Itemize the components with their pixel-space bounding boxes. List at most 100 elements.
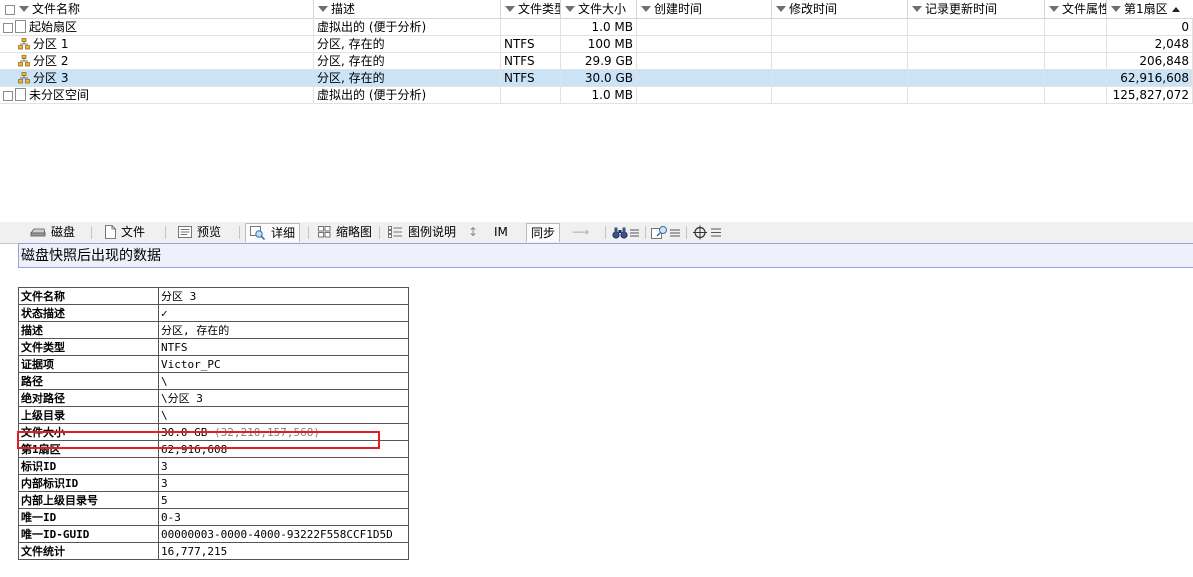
filter-icon[interactable] xyxy=(1049,5,1059,12)
row-attr xyxy=(1045,19,1107,36)
row-type: NTFS xyxy=(501,36,561,53)
column-header-record-updated[interactable]: 记录更新时间 xyxy=(908,0,1045,18)
property-key: 文件大小 xyxy=(18,423,159,441)
filter-icon[interactable] xyxy=(19,5,29,12)
row-record-updated xyxy=(908,53,1045,70)
property-value: 30.0 GB (32,210,157,568) xyxy=(158,423,409,441)
column-header-desc[interactable]: 描述 xyxy=(314,0,501,18)
row-size: 1.0 MB xyxy=(561,87,637,104)
property-key: 第1扇区 xyxy=(18,440,159,458)
tab-separator xyxy=(165,226,166,239)
tab-legend[interactable]: 图例说明 xyxy=(384,223,460,242)
property-value: \ xyxy=(158,406,409,424)
column-header-modified[interactable]: 修改时间 xyxy=(772,0,908,18)
property-key: 状态描述 xyxy=(18,304,159,322)
tab-separator xyxy=(379,226,380,239)
tab-details[interactable]: 详细 xyxy=(245,223,301,242)
property-row: 标识ID 3 xyxy=(18,457,409,475)
tab-separator xyxy=(308,226,309,239)
property-value: 00000003-0000-4000-93222F558CCF1D5D xyxy=(158,525,409,543)
tab-separator xyxy=(645,226,646,239)
filter-icon[interactable] xyxy=(505,5,515,12)
row-name: 起始扇区 xyxy=(29,20,78,34)
filter-icon[interactable] xyxy=(318,5,328,12)
property-row: 描述 分区, 存在的 xyxy=(18,321,409,339)
filter-icon[interactable] xyxy=(1111,5,1121,12)
tab-preview[interactable]: 预览 xyxy=(174,223,225,242)
property-row: 内部上级目录号 5 xyxy=(18,491,409,509)
view-tab-bar: 磁盘 文件 预览 详细 缩略图 图例说明 ↕ IM 同步 ⟶ xyxy=(0,222,1193,244)
property-key: 唯一ID-GUID xyxy=(18,525,159,543)
property-row: 唯一ID-GUID 00000003-0000-4000-93222F558CCF… xyxy=(18,525,409,543)
property-key: 路径 xyxy=(18,372,159,390)
property-row: 绝对路径 \分区 3 xyxy=(18,389,409,407)
row-modified xyxy=(772,87,908,104)
select-all-checkbox[interactable] xyxy=(5,4,15,15)
file-list: 文件名称 描述 文件类型 文件大小 创建时间 修改时间 记录更新时间 文件属性 … xyxy=(0,0,1193,223)
table-row-selected[interactable]: 分区 3 分区, 存在的 NTFS 30.0 GB 62,916,608 xyxy=(0,70,1193,87)
row-size: 100 MB xyxy=(561,36,637,53)
column-header-created[interactable]: 创建时间 xyxy=(637,0,772,18)
table-row[interactable]: 起始扇区 虚拟出的 (便于分析) 1.0 MB 0 xyxy=(0,19,1193,36)
row-desc: 分区, 存在的 xyxy=(314,36,501,53)
search-properties-button[interactable] xyxy=(647,223,685,242)
property-key: 描述 xyxy=(18,321,159,339)
tab-thumbnails[interactable]: 缩略图 xyxy=(314,223,376,242)
details-banner: 磁盘快照后出现的数据 xyxy=(18,243,1193,268)
column-header-first-sector[interactable]: 第1扇区 xyxy=(1107,0,1193,18)
target-position-button[interactable] xyxy=(688,223,726,242)
tab-sync[interactable]: 同步 xyxy=(526,223,561,242)
property-key: 文件类型 xyxy=(18,338,159,356)
table-row[interactable]: 分区 2 分区, 存在的 NTFS 29.9 GB 206,848 xyxy=(0,53,1193,70)
row-size: 29.9 GB xyxy=(561,53,637,70)
property-key: 文件统计 xyxy=(18,542,159,560)
row-created xyxy=(637,53,772,70)
property-key: 内部标识ID xyxy=(18,474,159,492)
row-desc: 虚拟出的 (便于分析) xyxy=(314,19,501,36)
property-row: 文件类型 NTFS xyxy=(18,338,409,356)
row-attr xyxy=(1045,70,1107,87)
column-header-type[interactable]: 文件类型 xyxy=(501,0,561,18)
row-first-sector: 62,916,608 xyxy=(1107,70,1193,87)
property-row: 文件名称 分区 3 xyxy=(18,287,409,305)
property-row: 状态描述 ✓ xyxy=(18,304,409,322)
property-value: \ xyxy=(158,372,409,390)
row-size: 1.0 MB xyxy=(561,19,637,36)
property-value: NTFS xyxy=(158,338,409,356)
column-header-size[interactable]: 文件大小 xyxy=(561,0,637,18)
tab-disk[interactable]: 磁盘 xyxy=(26,223,79,242)
tab-separator xyxy=(239,226,240,239)
tab-im[interactable]: IM xyxy=(490,223,512,242)
binoculars-icon xyxy=(612,227,639,239)
row-modified xyxy=(772,70,908,87)
partition-icon xyxy=(18,37,30,49)
table-row[interactable]: 未分区空间 虚拟出的 (便于分析) 1.0 MB 125,827,072 xyxy=(0,87,1193,104)
property-value: 分区 3 xyxy=(158,287,409,305)
filter-icon[interactable] xyxy=(912,5,922,12)
column-header-attr[interactable]: 文件属性 xyxy=(1045,0,1107,18)
table-row[interactable]: 分区 1 分区, 存在的 NTFS 100 MB 2,048 xyxy=(0,36,1193,53)
row-created xyxy=(637,36,772,53)
tab-file[interactable]: 文件 xyxy=(101,223,149,242)
split-arrows-icon[interactable]: ↕ xyxy=(464,223,482,242)
row-record-updated xyxy=(908,70,1045,87)
row-first-sector: 206,848 xyxy=(1107,53,1193,70)
find-binoculars-button[interactable] xyxy=(608,223,644,242)
filter-icon[interactable] xyxy=(641,5,651,12)
row-checkbox[interactable] xyxy=(3,90,13,101)
property-row: 证据项 Victor_PC xyxy=(18,355,409,373)
tab-separator xyxy=(91,226,92,239)
property-key: 文件名称 xyxy=(18,287,159,305)
row-first-sector: 125,827,072 xyxy=(1107,87,1193,104)
row-checkbox[interactable] xyxy=(3,22,13,33)
preview-icon xyxy=(178,225,192,238)
filter-icon[interactable] xyxy=(776,5,786,12)
filter-icon[interactable] xyxy=(565,5,575,12)
row-first-sector: 2,048 xyxy=(1107,36,1193,53)
thumbnails-icon xyxy=(318,225,331,237)
row-desc: 分区, 存在的 xyxy=(314,53,501,70)
row-record-updated xyxy=(908,19,1045,36)
column-header-name[interactable]: 文件名称 xyxy=(0,0,314,18)
sync-arrow-icon[interactable]: ⟶ xyxy=(568,223,593,242)
property-value: 62,916,608 xyxy=(158,440,409,458)
